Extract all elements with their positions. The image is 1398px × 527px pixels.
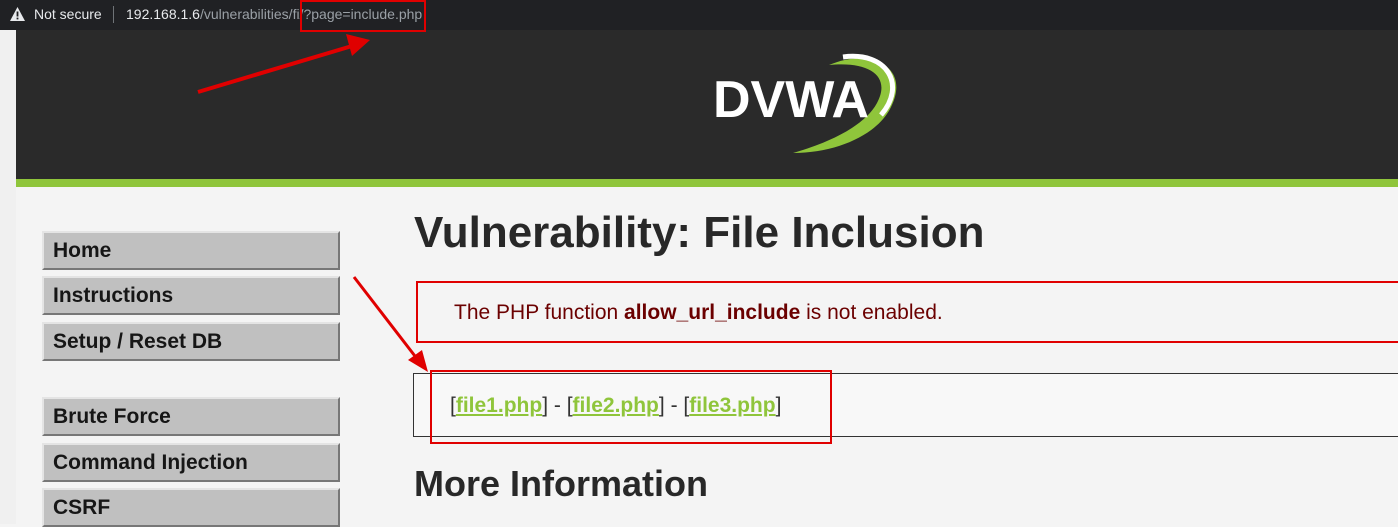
security-label[interactable]: Not secure <box>34 6 102 22</box>
warning-function-name: allow_url_include <box>624 301 801 324</box>
site-header: DVWA <box>16 30 1398 187</box>
menu-item-instructions[interactable]: Instructions <box>42 276 340 315</box>
menu-item-brute-force[interactable]: Brute Force <box>42 397 340 436</box>
warning-icon[interactable] <box>9 6 26 22</box>
menu-item-label: Brute Force <box>53 405 171 428</box>
menu-item-csrf[interactable]: CSRF <box>42 488 340 527</box>
menu-item-setup-reset-db[interactable]: Setup / Reset DB <box>42 322 340 361</box>
logo-text: DVWA <box>713 71 869 129</box>
url-highlight-box <box>300 0 426 32</box>
browser-address-bar[interactable]: Not secure 192.168.1.6/vulnerabilities/f… <box>0 0 1398 30</box>
divider <box>113 6 114 23</box>
page-title: Vulnerability: File Inclusion <box>414 208 985 257</box>
menu-item-label: Home <box>53 239 112 262</box>
url-host: 192.168.1.6 <box>126 6 200 22</box>
warning-prefix: The PHP function <box>454 301 625 324</box>
url-path: /vulnerabilities/fi/ <box>199 6 304 22</box>
menu-item-label: Setup / Reset DB <box>53 330 223 353</box>
warning-text: The PHP function allow_url_include is no… <box>454 301 943 325</box>
warning-message: The PHP function allow_url_include is no… <box>416 281 1398 343</box>
warning-suffix: is not enabled. <box>800 301 943 324</box>
menu-item-command-injection[interactable]: Command Injection <box>42 443 340 482</box>
dvwa-logo[interactable]: DVWA <box>711 45 901 160</box>
files-highlight-box <box>430 370 832 444</box>
menu-item-label: Command Injection <box>53 451 248 474</box>
page-gutter <box>0 30 16 524</box>
menu-item-label: Instructions <box>53 284 174 307</box>
more-information-heading: More Information <box>414 463 708 504</box>
menu-item-label: CSRF <box>53 496 111 519</box>
menu-item-home[interactable]: Home <box>42 231 340 270</box>
